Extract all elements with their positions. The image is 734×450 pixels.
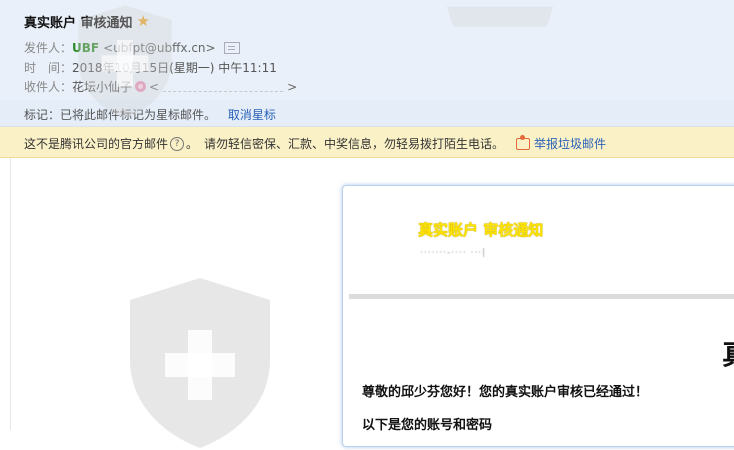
warning-text-a: 这不是腾讯公司的官方邮件 xyxy=(24,137,169,151)
contact-card-icon[interactable] xyxy=(223,41,240,54)
recipient-label: 收件人： xyxy=(24,80,73,94)
help-icon[interactable]: ? xyxy=(170,136,185,151)
time-row: 时 间： 2018年10月15日(星期一) 中午11:11 xyxy=(24,59,277,76)
sender-row: 发件人： UBF <ubfpt@ubffx.cn> xyxy=(24,39,240,56)
email-title: 真实账户 审核通知 xyxy=(418,221,544,239)
report-spam-icon[interactable] xyxy=(516,134,531,150)
recipient-address-redacted xyxy=(163,81,284,92)
unstar-link[interactable]: 取消星标 xyxy=(228,108,276,122)
recipient-name[interactable]: 花坛小仙子 xyxy=(72,78,132,95)
sender-name[interactable]: UBF xyxy=(72,41,99,55)
email-account-line: 以下是您的账号和密码 xyxy=(362,418,493,433)
sender-address[interactable]: <ubfpt@ubffx.cn> xyxy=(103,41,216,55)
flower-icon xyxy=(135,81,147,92)
email-greeting: 尊敬的邱少芬您好！您的真实账户审核已经通过！ xyxy=(362,385,649,400)
time-label: 时 间： xyxy=(24,61,73,75)
warning-text-b: 。 请勿轻信密保、汇款、中奖信息，勿轻易拨打陌生电话。 xyxy=(186,137,505,151)
star-icon[interactable]: ★ xyxy=(137,14,150,29)
warning-bar: 这不是腾讯公司的官方邮件 ? 。 请勿轻信密保、汇款、中奖信息，勿轻易拨打陌生电… xyxy=(0,127,734,158)
mark-text: 标记：已将此邮件标记为星标邮件。 xyxy=(24,108,217,122)
body-left-border xyxy=(10,158,11,430)
report-spam-link[interactable]: 举报垃圾邮件 xyxy=(534,135,606,152)
recipient-address-close: > xyxy=(287,79,298,94)
email-subline: ·······-···· ···| xyxy=(420,248,487,258)
recipient-address-open: < xyxy=(149,79,160,94)
mail-subject: 真实账户 审核通知 xyxy=(24,16,133,31)
time-value: 2018年10月15日(星期一) 中午11:11 xyxy=(72,61,277,75)
recipient-row: 收件人： 花坛小仙子 < > xyxy=(24,78,297,95)
email-card-header xyxy=(349,186,734,299)
sender-label: 发件人： xyxy=(24,41,73,55)
email-big-heading: 真 xyxy=(722,333,734,373)
mark-bar: 标记：已将此邮件标记为星标邮件。 取消星标 xyxy=(0,100,734,127)
subject-row: 真实账户 审核通知 ★ xyxy=(24,12,150,32)
mail-header: 真实账户 审核通知 ★ 发件人： UBF <ubfpt@ubffx.cn> 时 … xyxy=(0,0,734,101)
